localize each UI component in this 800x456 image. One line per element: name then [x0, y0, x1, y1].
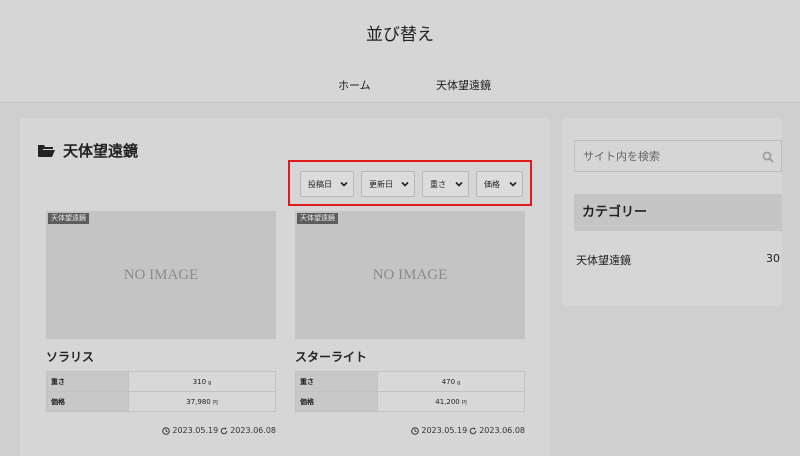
updated-date: 2023.06.08: [479, 426, 525, 435]
sort-select-label: 重さ: [430, 179, 446, 189]
sort-select-label: 価格: [484, 179, 500, 189]
sort-select-weight[interactable]: 重さ: [422, 171, 469, 197]
spec-unit: 円: [212, 399, 218, 406]
nav-item-home[interactable]: ホーム: [338, 77, 371, 93]
sort-select-label: 更新日: [369, 179, 393, 189]
chevron-down-icon: [401, 181, 409, 187]
card-category-tag: 天体望遠鏡: [297, 213, 338, 224]
spec-value: 470 g: [377, 371, 525, 392]
spec-table: 重さ 470 g 価格 41,200 円: [295, 371, 525, 412]
main-content: 天体望遠鏡 投稿日 更新日 重さ 価格 天体望遠鏡 NO IMAGE ソラリス …: [20, 118, 550, 456]
chevron-down-icon: [340, 181, 348, 187]
spec-unit: g: [457, 379, 461, 386]
sort-select-updated[interactable]: 更新日: [361, 171, 415, 197]
table-row: 重さ 470 g: [295, 371, 525, 392]
spec-number: 41,200: [435, 397, 460, 406]
spec-label: 重さ: [295, 371, 378, 392]
category-heading-text: 天体望遠鏡: [63, 142, 139, 160]
site-header: 並び替え ホーム 天体望遠鏡: [0, 0, 800, 103]
updated-date: 2023.06.08: [230, 426, 276, 435]
chevron-down-icon: [455, 181, 463, 187]
spec-number: 310: [192, 377, 207, 386]
table-row: 価格 41,200 円: [295, 391, 525, 412]
table-row: 価格 37,980 円: [46, 391, 276, 412]
product-card: 天体望遠鏡 NO IMAGE スターライト 重さ 470 g 価格 41,200 円…: [295, 211, 525, 435]
site-title[interactable]: 並び替え: [0, 20, 800, 45]
clock-icon: [162, 426, 171, 435]
table-row: 重さ 310 g: [46, 371, 276, 392]
card-title[interactable]: スターライト: [295, 348, 525, 365]
sort-select-label: 投稿日: [308, 179, 332, 189]
card-dates: 2023.05.19 2023.06.08: [46, 426, 276, 435]
spec-label: 重さ: [46, 371, 129, 392]
refresh-icon: [220, 427, 228, 434]
category-name: 天体望遠鏡: [576, 254, 631, 267]
card-thumbnail[interactable]: 天体望遠鏡 NO IMAGE: [46, 211, 276, 339]
spec-unit: g: [208, 379, 212, 386]
spec-label: 価格: [295, 391, 378, 412]
category-heading: 天体望遠鏡: [38, 140, 138, 161]
refresh-icon: [469, 427, 477, 434]
category-count: 30: [766, 252, 780, 265]
clock-icon: [411, 426, 420, 435]
sidebar-category-heading: カテゴリー: [574, 194, 782, 231]
folder-open-icon: [38, 145, 55, 157]
sort-select-price[interactable]: 価格: [476, 171, 523, 197]
spec-value: 37,980 円: [128, 391, 276, 412]
search-icon[interactable]: [762, 151, 774, 163]
sidebar-category-item[interactable]: 天体望遠鏡 30: [576, 252, 780, 268]
spec-value: 41,200 円: [377, 391, 525, 412]
spec-table: 重さ 310 g 価格 37,980 円: [46, 371, 276, 412]
spec-number: 37,980: [186, 397, 211, 406]
sort-select-published[interactable]: 投稿日: [300, 171, 354, 197]
spec-label: 価格: [46, 391, 129, 412]
global-nav: ホーム 天体望遠鏡: [0, 77, 800, 95]
nav-item-telescope[interactable]: 天体望遠鏡: [436, 77, 491, 93]
product-card: 天体望遠鏡 NO IMAGE ソラリス 重さ 310 g 価格 37,980 円 2…: [46, 211, 276, 435]
no-image-text: NO IMAGE: [372, 267, 448, 283]
card-title[interactable]: ソラリス: [46, 348, 276, 365]
chevron-down-icon: [509, 181, 517, 187]
search-input[interactable]: [575, 141, 755, 171]
spec-number: 470: [441, 377, 456, 386]
card-dates: 2023.05.19 2023.06.08: [295, 426, 525, 435]
card-thumbnail[interactable]: 天体望遠鏡 NO IMAGE: [295, 211, 525, 339]
published-date: 2023.05.19: [421, 426, 468, 435]
search-box: [574, 140, 782, 172]
card-category-tag: 天体望遠鏡: [48, 213, 89, 224]
published-date: 2023.05.19: [172, 426, 219, 435]
spec-value: 310 g: [128, 371, 276, 392]
sidebar: カテゴリー 天体望遠鏡 30: [562, 118, 782, 306]
sort-controls: 投稿日 更新日 重さ 価格: [288, 160, 532, 206]
spec-unit: 円: [461, 399, 467, 406]
no-image-text: NO IMAGE: [123, 267, 199, 283]
